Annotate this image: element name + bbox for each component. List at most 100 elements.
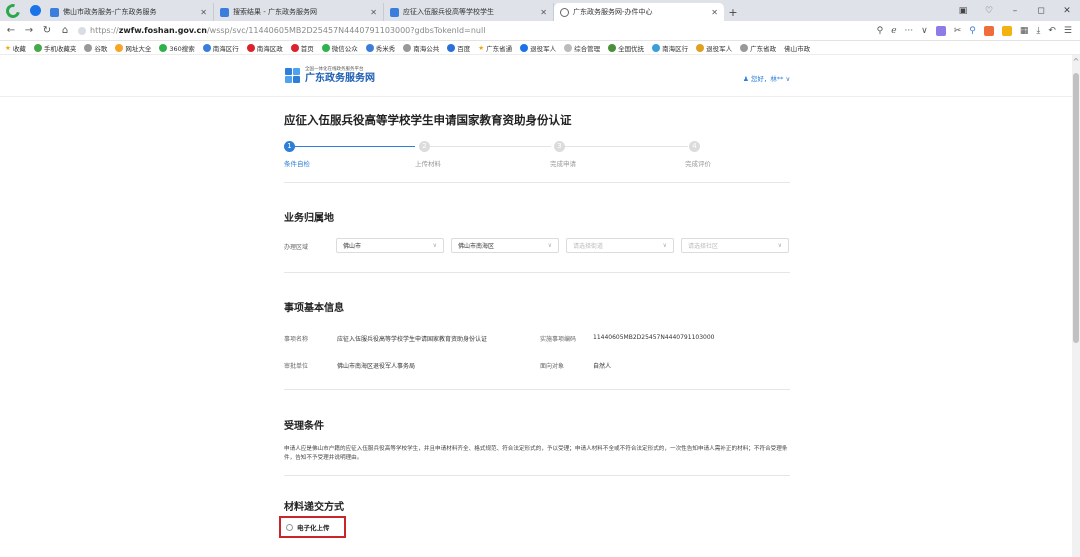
menu-icon[interactable]: ☰ <box>1064 26 1072 36</box>
city-select[interactable]: 佛山市 ∨ <box>336 238 444 253</box>
bookmark-item[interactable]: 南海区行 <box>202 43 239 53</box>
bookmarks-bar: ★ 收藏 手机收藏夹 谷歌 网址大全 360搜索 南海区行 南海区政 首页 微信公… <box>0 41 1080 55</box>
section-title-conditions: 受理条件 <box>284 421 324 432</box>
shield-icon[interactable] <box>26 0 44 21</box>
back-icon[interactable]: ← <box>4 25 18 36</box>
bookmark-item[interactable]: 退役军人 <box>520 43 556 53</box>
page-content: 全国一体化在线政务服务平台 广东政务服务网 ♟ 您好，林** ∨ 应征入伍服兵役… <box>0 55 1072 557</box>
close-icon[interactable]: ✕ <box>540 8 547 17</box>
bookmark-item[interactable]: 360搜索 <box>159 43 195 53</box>
tab-title: 搜索结果 - 广东政务服务网 <box>233 8 317 16</box>
undo-icon[interactable]: ↶ <box>1048 26 1056 36</box>
home-icon[interactable]: ⌂ <box>58 25 72 36</box>
search-icon[interactable]: ⚲ <box>877 26 884 36</box>
search-extension-icon[interactable]: ⚲ <box>969 26 976 36</box>
bookmark-item[interactable]: 秀米秀 <box>365 43 395 53</box>
browser-logo-icon <box>0 0 26 21</box>
bookmark-item[interactable]: 首页 <box>290 43 314 53</box>
site-favicon-icon <box>220 7 229 17</box>
bookmark-icon <box>520 43 529 52</box>
step-2-dot: 2 <box>419 141 430 152</box>
radio-button[interactable] <box>286 523 293 531</box>
site-logo[interactable]: 全国一体化在线政务服务平台 广东政务服务网 <box>285 67 375 84</box>
community-select[interactable]: 请选择社区 ∨ <box>681 238 789 253</box>
more-icon[interactable]: ··· <box>905 26 914 36</box>
scrollbar-thumb[interactable] <box>1073 73 1079 343</box>
bookmark-item[interactable]: 综合管理 <box>564 43 600 53</box>
bookmark-item[interactable]: 微信公众 <box>321 43 358 53</box>
extension-icon[interactable] <box>983 25 994 36</box>
browser-tab[interactable]: 搜索结果 - 广东政务服务网 ✕ <box>214 3 384 21</box>
apps-icon[interactable]: ▦ <box>1020 26 1029 36</box>
code-label: 实施事项编码 <box>540 336 577 343</box>
close-icon[interactable]: ✕ <box>711 8 718 17</box>
bookmark-item[interactable]: 退役军人 <box>696 43 732 53</box>
chevron-down-icon: ∨ <box>432 242 437 249</box>
bookmark-item[interactable]: 百度 <box>447 43 470 53</box>
reload-icon[interactable]: ↻ <box>40 25 54 36</box>
shield-extension-icon[interactable] <box>1001 25 1012 36</box>
district-select[interactable]: 佛山市南海区 ∨ <box>451 238 559 253</box>
download-icon[interactable]: ⤓ <box>1036 26 1040 36</box>
target-label: 面向对象 <box>540 363 565 370</box>
tab-title: 应征入伍服兵役高等学校学生 <box>403 8 494 16</box>
scrollbar[interactable]: ^ <box>1072 55 1080 557</box>
bookmark-item[interactable]: 南海区行 <box>652 43 688 53</box>
bookmark-item[interactable]: 手机收藏夹 <box>33 43 76 53</box>
bookmark-item[interactable]: ★ 收藏 <box>5 43 26 53</box>
divider <box>284 182 790 183</box>
user-greeting: 您好，林** ∨ <box>750 75 791 83</box>
favorites-icon[interactable]: ♡ <box>976 6 1002 16</box>
chevron-down-icon: ∨ <box>777 242 782 249</box>
url-path: /wssp/svc/11440605MB2D25457N444079110300… <box>206 26 486 35</box>
bookmark-item[interactable]: 佛山市政 <box>784 43 810 53</box>
page-title: 应征入伍服兵役高等学校学生申请国家教育资助身份认证 <box>284 113 572 127</box>
tab-list-icon[interactable]: ▣ <box>950 6 976 16</box>
bookmark-item[interactable]: 网址大全 <box>115 43 151 53</box>
minimize-button[interactable]: – <box>1002 6 1028 16</box>
scissors-icon[interactable]: ✂ <box>954 26 962 36</box>
browser-tab[interactable]: 应征入伍服兵役高等学校学生 ✕ <box>384 3 554 21</box>
reader-icon[interactable]: ℯ <box>891 26 896 36</box>
bookmark-icon <box>246 43 255 52</box>
restore-button[interactable]: ◻ <box>1028 6 1054 16</box>
globe-icon <box>740 43 749 52</box>
section-title-jurisdiction: 业务归属地 <box>284 213 334 224</box>
star-icon: ★ <box>5 43 11 52</box>
close-icon[interactable]: ✕ <box>200 8 207 17</box>
scroll-up-icon[interactable]: ^ <box>1072 57 1080 66</box>
tab-title: 佛山市政务服务-广东政务服务 <box>63 8 157 16</box>
browser-tab-active[interactable]: 广东政务服务网-办件中心 ✕ <box>554 3 724 21</box>
logo-mark-icon <box>285 67 301 84</box>
bookmark-icon <box>159 43 168 52</box>
bookmark-item[interactable]: 全国优抚 <box>608 43 644 53</box>
url-field[interactable]: https://zwfw.foshan.gov.cn/wssp/svc/1144… <box>78 23 877 39</box>
logo-title: 广东政务服务网 <box>305 73 375 84</box>
electronic-upload-option[interactable]: 电子化上传 <box>279 516 346 538</box>
dept-label: 审批单位 <box>284 363 309 370</box>
item-name-value: 应征入伍服兵役高等学校学生申请国家教育资助身份认证 <box>337 336 488 343</box>
street-select[interactable]: 请选择街道 ∨ <box>566 238 674 253</box>
bookmark-item[interactable]: 南海区政 <box>246 43 283 53</box>
user-menu[interactable]: ♟ 您好，林** ∨ <box>743 73 790 83</box>
extension-icon[interactable] <box>935 25 946 36</box>
bookmark-icon <box>202 43 211 52</box>
chevron-down-icon[interactable]: ∨ <box>921 26 928 36</box>
site-favicon-icon <box>390 7 399 17</box>
close-window-button[interactable]: ✕ <box>1054 6 1080 16</box>
bookmark-item[interactable]: ★ 广东省通 <box>478 43 512 53</box>
star-icon: ★ <box>478 43 485 52</box>
close-icon[interactable]: ✕ <box>370 8 377 17</box>
bookmark-item[interactable]: 谷歌 <box>84 43 107 53</box>
forward-icon[interactable]: → <box>22 25 36 36</box>
bookmark-item[interactable]: 南海公共 <box>403 43 439 53</box>
chevron-down-icon: ∨ <box>662 242 667 249</box>
site-favicon-icon <box>50 7 59 17</box>
bookmark-item[interactable]: 广东省政 <box>740 43 776 53</box>
step-connector <box>430 146 551 147</box>
browser-tab[interactable]: 佛山市政务服务-广东政务服务 ✕ <box>44 3 214 21</box>
bookmark-icon <box>33 43 42 52</box>
electronic-upload-label: 电子化上传 <box>297 524 330 532</box>
new-tab-button[interactable]: + <box>724 3 742 21</box>
bookmark-icon <box>365 43 374 52</box>
